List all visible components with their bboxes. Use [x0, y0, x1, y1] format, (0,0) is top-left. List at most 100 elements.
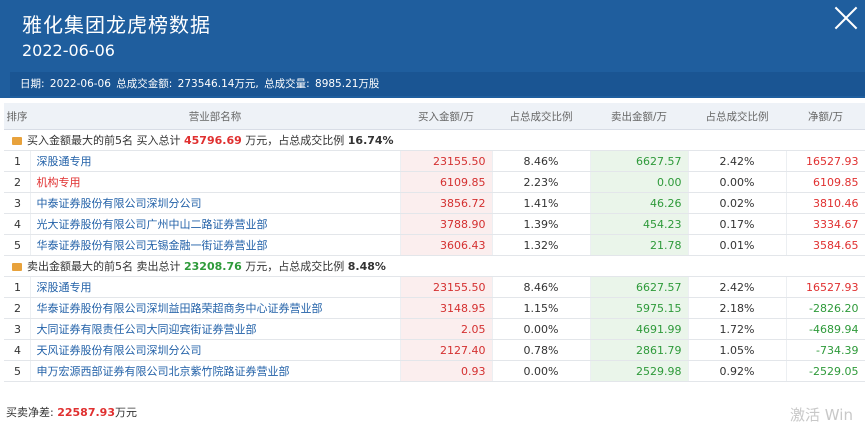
section-folder-icon	[12, 137, 22, 145]
page-title: 雅化集团龙虎榜数据	[22, 13, 211, 37]
sell-ratio-cell: 0.92%	[688, 360, 787, 382]
section-folder-icon	[12, 263, 22, 271]
sell_section-unit: 万元，占总成交比例	[245, 260, 345, 273]
rank-cell: 2	[4, 171, 31, 193]
buy_section-ratio: 16.74%	[347, 134, 394, 147]
sell_section-header-cell: 卖出金额最大的前5名 卖出总计 23208.76 万元，占总成交比例 8.48%	[4, 255, 865, 277]
col-rank[interactable]: 排序	[4, 103, 30, 130]
activation-watermark: 激活 Win	[790, 406, 853, 424]
rank-cell: 3	[4, 318, 31, 340]
volume-label: 总成交量:	[264, 78, 310, 90]
branch-name-link[interactable]: 大同证券有限责任公司大同迎宾街证券营业部	[30, 318, 401, 340]
col-net-amount[interactable]: 净额/万	[786, 103, 865, 130]
rank-cell: 3	[4, 192, 31, 214]
table-row: 1 深股通专用 23155.50 8.46% 6627.57 2.42% 16527.93	[4, 150, 865, 172]
sell-ratio-cell: 0.17%	[688, 213, 787, 235]
branch-name-link[interactable]: 华泰证券股份有限公司无锡金融一街证券营业部	[30, 234, 401, 256]
col-buy-ratio[interactable]: 占总成交比例	[492, 103, 590, 130]
col-branch-name[interactable]: 营业部名称	[30, 103, 400, 130]
table-row: 2 华泰证券股份有限公司深圳益田路荣超商务中心证券营业部 3148.95 1.15% 5…	[4, 297, 865, 319]
sell-amount-cell: 6627.57	[590, 276, 689, 298]
net-difference: 买卖净差: 22587.93万元	[6, 404, 137, 420]
dragon-tiger-table: 排序 营业部名称 买入金额/万 占总成交比例 卖出金额/万 占总成交比例 净额/…	[4, 103, 865, 382]
net-amount-cell: -2826.20	[786, 297, 865, 319]
volume-value: 8985.21万股	[315, 78, 380, 90]
table-row: 1 深股通专用 23155.50 8.46% 6627.57 2.42% 16527.93	[4, 276, 865, 298]
branch-name-link[interactable]: 华泰证券股份有限公司深圳益田路荣超商务中心证券营业部	[30, 297, 401, 319]
sell-amount-cell: 5975.15	[590, 297, 689, 319]
sell-amount-cell: 4691.99	[590, 318, 689, 340]
close-icon[interactable]	[830, 2, 862, 34]
rank-cell: 1	[4, 276, 31, 298]
buy_section-label: 买入金额最大的前5名	[27, 134, 133, 147]
rank-cell: 4	[4, 213, 31, 235]
rank-cell: 5	[4, 234, 31, 256]
date-value: 2022-06-06	[49, 78, 111, 90]
net-amount-cell: 16527.93	[786, 276, 865, 298]
buy-amount-cell: 3856.72	[400, 192, 493, 214]
sell_section-ratio: 8.48%	[347, 260, 386, 273]
summary-info-bar: 日期: 2022-06-06 总成交金额: 273546.14万元, 总成交量:…	[10, 72, 865, 96]
buy-ratio-cell: 2.23%	[492, 171, 591, 193]
buy_section-total-label: 买入总计	[136, 134, 181, 147]
buy-ratio-cell: 1.39%	[492, 213, 591, 235]
buy-ratio-cell: 8.46%	[492, 276, 591, 298]
buy-amount-cell: 2.05	[400, 318, 493, 340]
sell-ratio-cell: 1.05%	[688, 339, 787, 361]
buy-ratio-cell: 0.00%	[492, 318, 591, 340]
branch-name-link[interactable]: 光大证券股份有限公司广州中山二路证券营业部	[30, 213, 401, 235]
table-row: 5 申万宏源西部证券有限公司北京紫竹院路证券营业部 0.93 0.00% 2529.98…	[4, 360, 865, 382]
sell-amount-cell: 21.78	[590, 234, 689, 256]
buy-amount-cell: 3788.90	[400, 213, 493, 235]
amount-value: 273546.14万元,	[177, 78, 259, 90]
buy-amount-cell: 23155.50	[400, 150, 493, 172]
table-row: 3 大同证券有限责任公司大同迎宾街证券营业部 2.05 0.00% 4691.99 1.7…	[4, 318, 865, 340]
net-difference-value: 22587.93	[57, 406, 115, 419]
branch-name-link[interactable]: 深股通专用	[30, 276, 401, 298]
rank-cell: 5	[4, 360, 31, 382]
table-row: 4 光大证券股份有限公司广州中山二路证券营业部 3788.90 1.39% 454.23…	[4, 213, 865, 235]
amount-label: 总成交金额:	[116, 78, 173, 90]
buy_section-total-value: 45796.69	[184, 134, 242, 147]
net-amount-cell: -2529.05	[786, 360, 865, 382]
sell-ratio-cell: 0.02%	[688, 192, 787, 214]
sell-amount-cell: 0.00	[590, 171, 689, 193]
branch-name-link[interactable]: 申万宏源西部证券有限公司北京紫竹院路证券营业部	[30, 360, 401, 382]
sell-ratio-cell: 0.01%	[688, 234, 787, 256]
col-sell-amount[interactable]: 卖出金额/万	[590, 103, 688, 130]
sell_section-label: 卖出金额最大的前5名	[27, 260, 133, 273]
sell-amount-cell: 454.23	[590, 213, 689, 235]
net-amount-cell: 16527.93	[786, 150, 865, 172]
buy-amount-cell: 3148.95	[400, 297, 493, 319]
branch-name-link[interactable]: 天风证券股份有限公司深圳分公司	[30, 339, 401, 361]
col-sell-ratio[interactable]: 占总成交比例	[688, 103, 786, 130]
sell-amount-cell: 2861.79	[590, 339, 689, 361]
branch-name-link[interactable]: 深股通专用	[30, 150, 401, 172]
buy-amount-cell: 0.93	[400, 360, 493, 382]
buy-amount-cell: 6109.85	[400, 171, 493, 193]
table-header-row: 排序 营业部名称 买入金额/万 占总成交比例 卖出金额/万 占总成交比例 净额/…	[4, 103, 865, 130]
net-amount-cell: -734.39	[786, 339, 865, 361]
sell-ratio-cell: 0.00%	[688, 171, 787, 193]
net-amount-cell: 3584.65	[786, 234, 865, 256]
col-buy-amount[interactable]: 买入金额/万	[400, 103, 492, 130]
sell_section-header-row: 卖出金额最大的前5名 卖出总计 23208.76 万元，占总成交比例 8.48%	[4, 255, 865, 277]
buy-ratio-cell: 8.46%	[492, 150, 591, 172]
branch-name-link[interactable]: 机构专用	[30, 171, 401, 193]
buy-ratio-cell: 0.00%	[492, 360, 591, 382]
sell-ratio-cell: 1.72%	[688, 318, 787, 340]
buy-ratio-cell: 1.15%	[492, 297, 591, 319]
table-row: 2 机构专用 6109.85 2.23% 0.00 0.00% 6109.85	[4, 171, 865, 193]
net-amount-cell: 3334.67	[786, 213, 865, 235]
date-label: 日期:	[20, 78, 45, 90]
buy-ratio-cell: 1.41%	[492, 192, 591, 214]
net-amount-cell: -4689.94	[786, 318, 865, 340]
sell-amount-cell: 6627.57	[590, 150, 689, 172]
buy-ratio-cell: 1.32%	[492, 234, 591, 256]
rank-cell: 1	[4, 150, 31, 172]
buy_section-header-cell: 买入金额最大的前5名 买入总计 45796.69 万元，占总成交比例 16.74…	[4, 129, 865, 151]
net-difference-unit: 万元	[114, 406, 137, 419]
sell_section-total-label: 卖出总计	[136, 260, 181, 273]
net-amount-cell: 6109.85	[786, 171, 865, 193]
branch-name-link[interactable]: 中泰证券股份有限公司深圳分公司	[30, 192, 401, 214]
